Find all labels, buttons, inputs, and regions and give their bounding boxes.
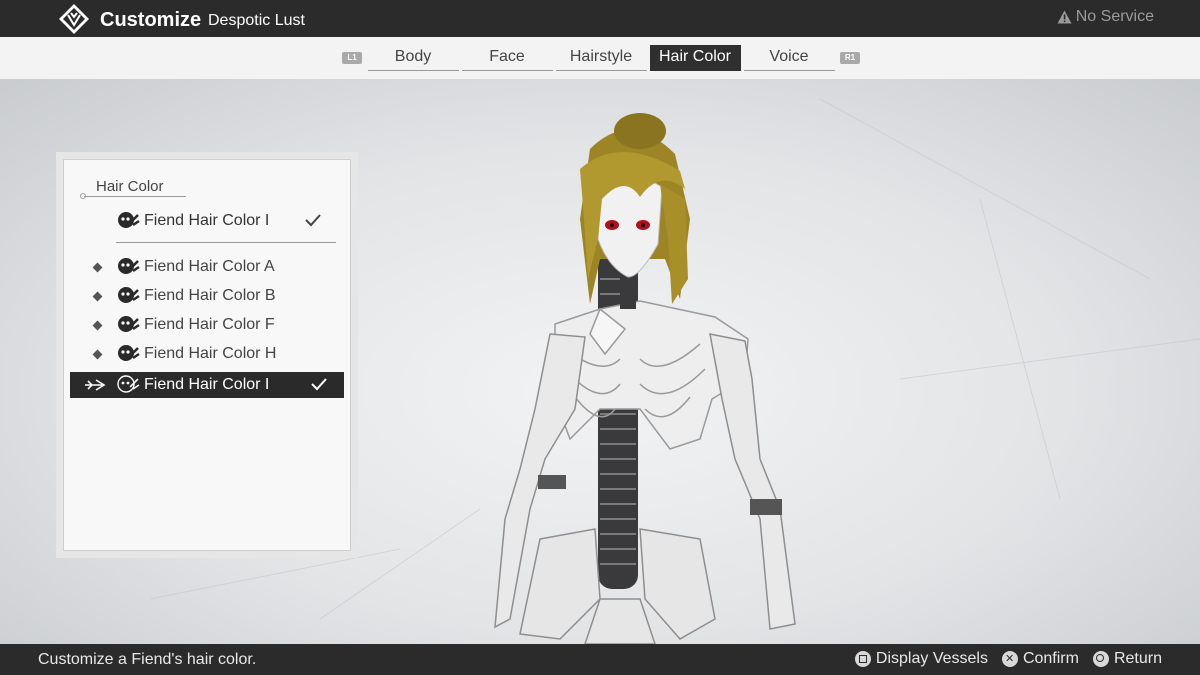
bullet-diamond-icon bbox=[92, 320, 102, 330]
list-item-label: Fiend Hair Color A bbox=[144, 258, 275, 275]
help-text: Customize a Fiend's hair color. bbox=[38, 651, 257, 668]
fiend-head-icon bbox=[118, 345, 140, 361]
network-status-label: No Service bbox=[1075, 8, 1154, 25]
checkmark-icon bbox=[311, 378, 327, 391]
confirm-button[interactable]: Confirm bbox=[1001, 650, 1079, 668]
tab-bar: L1 Body Face Hairstyle Hair Color Voice … bbox=[0, 37, 1200, 79]
list-item[interactable]: Fiend Hair Color A bbox=[70, 254, 344, 280]
r1-button-icon[interactable]: R1 bbox=[840, 52, 860, 64]
display-vessels-button[interactable]: Display Vessels bbox=[854, 650, 988, 668]
list-item-label: Fiend Hair Color B bbox=[144, 287, 276, 304]
fiend-head-icon bbox=[118, 212, 140, 228]
return-label: Return bbox=[1113, 650, 1162, 667]
tab-hairstyle[interactable]: Hairstyle bbox=[555, 45, 647, 71]
list-item-label: Fiend Hair Color I bbox=[144, 376, 270, 393]
cross-button-icon bbox=[1001, 651, 1018, 667]
list-item[interactable]: Fiend Hair Color F bbox=[70, 312, 344, 338]
fiend-head-icon bbox=[118, 316, 140, 332]
demon-sigil-icon bbox=[59, 4, 89, 34]
square-button-icon bbox=[854, 651, 871, 667]
circle-button-icon bbox=[1092, 651, 1109, 667]
tab-body[interactable]: Body bbox=[367, 45, 459, 71]
fiend-head-icon bbox=[118, 287, 140, 303]
page-title: Customize bbox=[100, 9, 202, 31]
tab-face[interactable]: Face bbox=[461, 45, 553, 71]
top-bar: Customize Despotic Lust No Service bbox=[0, 0, 1200, 37]
tab-hair-color[interactable]: Hair Color bbox=[649, 45, 741, 71]
network-status: No Service bbox=[1057, 8, 1154, 26]
list-item-label: Fiend Hair Color H bbox=[144, 345, 277, 362]
checkmark-icon bbox=[305, 214, 321, 227]
current-hair-color-label: Fiend Hair Color I bbox=[144, 212, 270, 229]
current-hair-color: Fiend Hair Color I bbox=[116, 208, 338, 234]
list-item-label: Fiend Hair Color F bbox=[144, 316, 275, 333]
panel-heading: Hair Color bbox=[96, 178, 164, 195]
return-button[interactable]: Return bbox=[1092, 650, 1162, 668]
fiend-head-icon bbox=[118, 258, 140, 274]
display-vessels-label: Display Vessels bbox=[875, 650, 988, 667]
selection-cursor-icon bbox=[85, 379, 106, 391]
bottom-bar: Customize a Fiend's hair color. Display … bbox=[0, 644, 1200, 675]
bullet-diamond-icon bbox=[92, 262, 102, 272]
tab-voice[interactable]: Voice bbox=[743, 45, 835, 71]
list-item-selected[interactable]: Fiend Hair Color I bbox=[70, 372, 344, 398]
l1-button-icon[interactable]: L1 bbox=[342, 52, 362, 64]
list-item[interactable]: Fiend Hair Color B bbox=[70, 283, 344, 309]
divider bbox=[116, 242, 336, 243]
list-item[interactable]: Fiend Hair Color H bbox=[70, 341, 344, 367]
page-subtitle: Despotic Lust bbox=[208, 12, 305, 29]
bullet-diamond-icon bbox=[92, 291, 102, 301]
fiend-head-icon bbox=[117, 375, 140, 393]
warning-triangle-icon bbox=[1057, 10, 1072, 24]
bullet-diamond-icon bbox=[92, 349, 102, 359]
confirm-label: Confirm bbox=[1022, 650, 1079, 667]
heading-underline bbox=[84, 196, 186, 197]
